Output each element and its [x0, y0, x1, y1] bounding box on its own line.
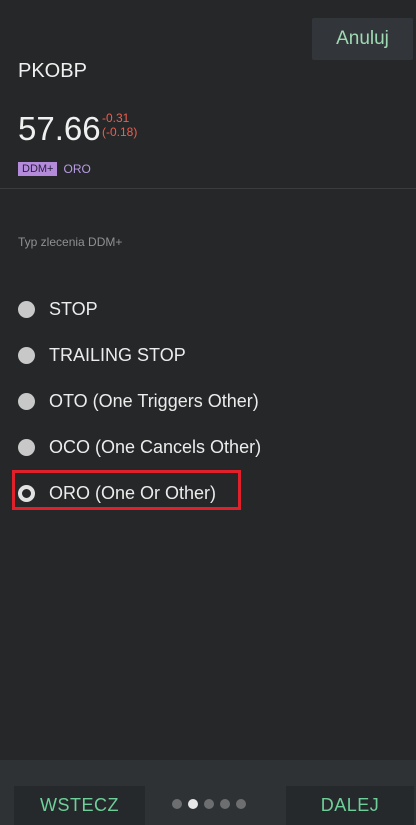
back-button[interactable]: WSTECZ: [14, 786, 145, 825]
radio-icon[interactable]: [18, 438, 35, 456]
price-change-pct: (-0.18): [102, 125, 138, 139]
instrument-price: 57.66: [18, 110, 101, 147]
next-button[interactable]: DALEJ: [286, 786, 414, 825]
radio-icon[interactable]: [18, 392, 35, 410]
cancel-button[interactable]: Anuluj: [312, 18, 413, 60]
step-dot: [172, 799, 182, 809]
price-change-abs: -0.31: [102, 111, 130, 125]
radio-icon[interactable]: [18, 346, 35, 364]
option-label: STOP: [49, 298, 98, 319]
step-dot: [220, 799, 230, 809]
option-trailing-stop[interactable]: TRAILING STOP: [18, 332, 261, 378]
option-oto[interactable]: OTO (One Triggers Other): [18, 378, 261, 424]
ddm-tag: DDM+: [18, 162, 58, 176]
header-divider: [0, 188, 416, 189]
order-type-label: Typ zlecenia DDM+: [18, 235, 123, 249]
option-label: TRAILING STOP: [49, 344, 186, 365]
option-label: OCO (One Cancels Other): [49, 436, 262, 457]
oro-tag: ORO: [63, 162, 91, 176]
instrument-symbol: PKOBP: [18, 60, 87, 82]
bottom-navigation: WSTECZ DALEJ: [0, 760, 416, 825]
price-change: -0.31 (-0.18): [102, 111, 137, 139]
step-dot-active: [188, 799, 198, 809]
radio-icon[interactable]: [18, 300, 35, 318]
order-tags: DDM+ ORO: [18, 162, 91, 176]
option-label: OTO (One Triggers Other): [49, 390, 259, 411]
step-dot: [236, 799, 246, 809]
option-stop[interactable]: STOP: [18, 286, 261, 332]
option-oco[interactable]: OCO (One Cancels Other): [18, 424, 261, 470]
step-dot: [204, 799, 214, 809]
selection-highlight-box: [12, 470, 241, 510]
step-indicator: [172, 799, 246, 809]
